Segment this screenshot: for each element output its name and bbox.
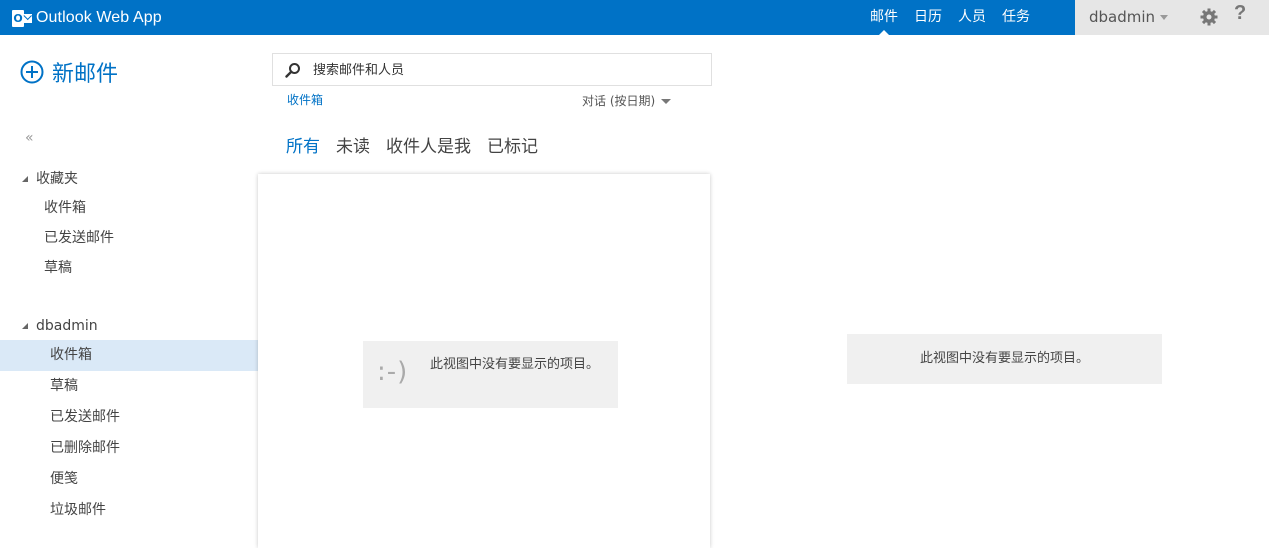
favorites-group: 收藏夹 收件箱 已发送邮件 草稿	[0, 165, 258, 283]
collapse-pane-button[interactable]: «	[25, 130, 34, 146]
app-title: Outlook Web App	[36, 9, 162, 26]
folder-drafts[interactable]: 草稿	[0, 371, 258, 402]
empty-list-message: 此视图中没有要显示的项目。	[430, 357, 600, 372]
new-mail-button[interactable]: 新邮件	[20, 57, 118, 87]
new-mail-label: 新邮件	[52, 62, 119, 87]
folder-junk[interactable]: 垃圾邮件	[0, 495, 258, 526]
empty-reading-notice: 此视图中没有要显示的项目。	[847, 334, 1162, 384]
folder-deleted[interactable]: 已删除邮件	[0, 433, 258, 464]
search-box	[272, 53, 712, 86]
user-menu[interactable]: dbadmin	[1089, 0, 1169, 35]
plus-circle-icon	[20, 60, 44, 84]
filter-flagged[interactable]: 已标记	[487, 132, 538, 157]
favorite-folder-drafts[interactable]: 草稿	[0, 253, 258, 283]
account-group: dbadmin 收件箱 草稿 已发送邮件 已删除邮件 便笺 垃圾邮件	[0, 312, 258, 526]
top-bar: O Outlook Web App 邮件 日历 人员 任务 dbadmin ?	[0, 0, 1269, 35]
top-nav: 邮件 日历 人员 任务	[862, 0, 1038, 35]
help-icon[interactable]: ?	[1234, 2, 1246, 25]
user-name: dbadmin	[1089, 8, 1156, 26]
user-area: dbadmin ?	[1075, 0, 1269, 35]
folder-sent[interactable]: 已发送邮件	[0, 402, 258, 433]
account-header[interactable]: dbadmin	[0, 312, 258, 340]
expand-triangle-icon	[22, 323, 28, 329]
favorite-folder-sent[interactable]: 已发送邮件	[0, 223, 258, 253]
sort-label: 对话 (按日期)	[582, 94, 656, 108]
nav-people[interactable]: 人员	[950, 0, 994, 35]
filter-to-me[interactable]: 收件人是我	[386, 132, 471, 157]
smiley-icon: :-)	[377, 357, 409, 387]
gear-icon[interactable]	[1200, 8, 1218, 26]
outlook-icon: O	[12, 9, 32, 27]
sort-dropdown[interactable]: 对话 (按日期)	[582, 92, 672, 109]
search-input[interactable]	[313, 60, 693, 80]
nav-tasks[interactable]: 任务	[994, 0, 1038, 35]
chevron-down-icon	[1160, 15, 1169, 20]
search-icon[interactable]	[285, 62, 301, 78]
nav-calendar[interactable]: 日历	[906, 0, 950, 35]
filter-unread[interactable]: 未读	[336, 132, 370, 157]
filter-all[interactable]: 所有	[286, 132, 320, 157]
favorites-title: 收藏夹	[36, 171, 78, 187]
expand-triangle-icon	[22, 176, 28, 182]
favorites-header[interactable]: 收藏夹	[0, 165, 258, 193]
envelope-icon	[23, 13, 32, 23]
empty-list-notice: :-) 此视图中没有要显示的项目。	[363, 341, 618, 408]
nav-mail[interactable]: 邮件	[862, 0, 906, 35]
breadcrumb[interactable]: 收件箱	[287, 91, 323, 108]
favorite-folder-inbox[interactable]: 收件箱	[0, 193, 258, 223]
filter-bar: 所有 未读 收件人是我 已标记	[286, 132, 554, 157]
app-logo[interactable]: O Outlook Web App	[12, 7, 162, 29]
message-list: :-) 此视图中没有要显示的项目。	[258, 174, 710, 548]
chevron-down-icon	[661, 99, 672, 104]
folder-notes[interactable]: 便笺	[0, 464, 258, 495]
account-title: dbadmin	[36, 318, 98, 334]
folder-inbox[interactable]: 收件箱	[0, 340, 258, 371]
